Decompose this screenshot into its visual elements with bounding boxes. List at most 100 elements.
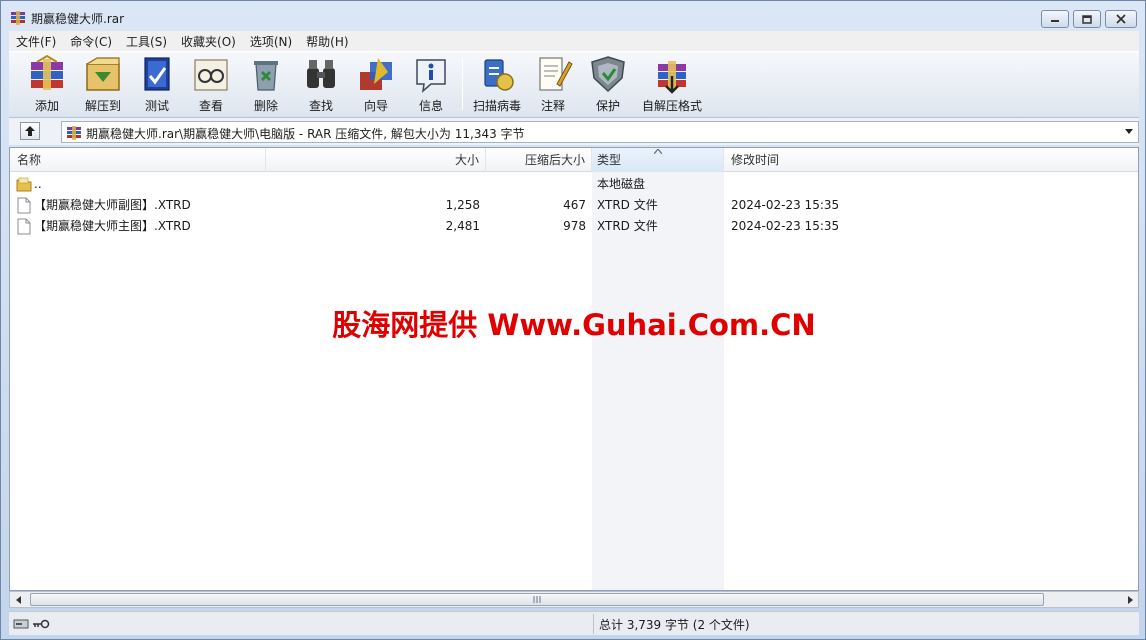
status-summary: 总计 3,739 字节 (2 个文件): [599, 618, 750, 632]
virus-scan-button[interactable]: 扫描病毒: [471, 54, 523, 114]
wizard-label: 向导: [363, 99, 388, 113]
arrow-right-icon: [1127, 595, 1133, 604]
close-button[interactable]: [1105, 10, 1137, 28]
drive-icon[interactable]: [13, 618, 29, 630]
find-icon: [307, 60, 335, 88]
file-list[interactable]: 名称 大小 压缩后大小 类型 修改时间 .. 本地磁盘 【期赢稳健大师副图】.X…: [9, 147, 1139, 591]
view-label: 查看: [198, 99, 223, 113]
test-button[interactable]: 测试: [135, 54, 179, 114]
view-icon: [194, 59, 228, 91]
wizard-button[interactable]: 向导: [354, 54, 398, 114]
rar-archive-icon: [67, 126, 81, 140]
file-type: XTRD 文件: [597, 219, 658, 233]
toolbar-separator: [462, 58, 463, 110]
find-label: 查找: [308, 99, 333, 113]
status-divider: [593, 614, 594, 634]
status-bar: 总计 3,739 字节 (2 个文件): [9, 611, 1139, 635]
file-type: 本地磁盘: [597, 177, 646, 191]
comment-label: 注释: [540, 99, 565, 113]
column-header-type-label: 类型: [597, 153, 622, 167]
menu-options[interactable]: 选项(N): [243, 33, 299, 50]
file-size: [266, 174, 480, 195]
column-header-type[interactable]: 类型: [592, 148, 724, 172]
sfx-button[interactable]: 自解压格式: [639, 54, 705, 114]
column-header-name[interactable]: 名称: [10, 148, 266, 172]
menu-commands[interactable]: 命令(C): [63, 33, 119, 50]
file-packed-size: [486, 174, 586, 195]
comment-button[interactable]: 注释: [531, 54, 575, 114]
wizard-icon: [360, 58, 392, 90]
address-field[interactable]: 期赢稳健大师.rar\期赢稳健大师\电脑版 - RAR 压缩文件, 解包大小为 …: [61, 121, 1139, 143]
extract-to-button[interactable]: 解压到: [81, 54, 125, 114]
protect-label: 保护: [595, 99, 620, 113]
test-icon: [144, 57, 170, 91]
file-packed-size: 978: [563, 219, 586, 233]
file-icon: [17, 218, 31, 235]
toolbar: 添加 解压到 测试 查看 删除 查找 向导 信息 扫描病毒 注释 保护 自解压格…: [9, 51, 1139, 115]
restore-button[interactable]: [1073, 10, 1101, 28]
column-header-modified[interactable]: 修改时间: [724, 148, 1138, 172]
list-item[interactable]: .. 本地磁盘: [10, 174, 1138, 195]
address-path: 期赢稳健大师.rar\期赢稳健大师\电脑版 - RAR 压缩文件, 解包大小为 …: [86, 127, 525, 141]
up-arrow-icon: [25, 126, 35, 136]
arrow-left-icon: [15, 595, 21, 604]
menu-bar: 文件(F) 命令(C) 工具(S) 收藏夹(O) 选项(N) 帮助(H): [9, 31, 1139, 51]
add-label: 添加: [34, 99, 59, 113]
grip-icon: [533, 596, 541, 603]
minimize-button[interactable]: [1041, 10, 1069, 28]
file-modified: 2024-02-23 15:35: [731, 198, 840, 212]
test-label: 测试: [144, 99, 169, 113]
add-archive-icon: [31, 54, 63, 90]
address-row: 期赢稳健大师.rar\期赢稳健大师\电脑版 - RAR 压缩文件, 解包大小为 …: [9, 117, 1139, 145]
key-icon[interactable]: [32, 618, 50, 630]
view-button[interactable]: 查看: [189, 54, 233, 114]
column-header-packed[interactable]: 压缩后大小: [486, 148, 592, 172]
info-button[interactable]: 信息: [409, 54, 453, 114]
list-item[interactable]: 【期赢稳健大师副图】.XTRD 1,258 467 XTRD 文件 2024-0…: [10, 195, 1138, 216]
file-name: 【期赢稳健大师主图】.XTRD: [34, 219, 191, 233]
find-button[interactable]: 查找: [299, 54, 343, 114]
add-button[interactable]: 添加: [23, 54, 71, 114]
menu-tools[interactable]: 工具(S): [119, 33, 174, 50]
horizontal-scrollbar[interactable]: [9, 591, 1139, 608]
list-item[interactable]: 【期赢稳健大师主图】.XTRD 2,481 978 XTRD 文件 2024-0…: [10, 216, 1138, 237]
file-name: 【期赢稳健大师副图】.XTRD: [34, 198, 191, 212]
list-header: 名称 大小 压缩后大小 类型 修改时间: [10, 148, 1138, 172]
protect-button[interactable]: 保护: [586, 54, 630, 114]
window-title: 期赢稳健大师.rar: [31, 12, 125, 26]
file-modified: 2024-02-23 15:35: [731, 219, 840, 233]
protect-icon: [591, 56, 625, 93]
status-icons: [13, 616, 51, 632]
folder-icon: [16, 177, 32, 192]
menu-favorites[interactable]: 收藏夹(O): [174, 33, 243, 50]
dropdown-arrow-icon[interactable]: [1125, 129, 1133, 135]
minimize-icon: [1051, 20, 1059, 22]
scroll-left-button[interactable]: [10, 592, 27, 607]
virus-scan-icon: [484, 59, 514, 91]
file-size: 2,481: [445, 219, 480, 233]
column-header-size[interactable]: 大小: [266, 148, 486, 172]
file-size: 1,258: [445, 198, 480, 212]
info-label: 信息: [418, 99, 443, 113]
scrollbar-thumb[interactable]: [30, 593, 1044, 606]
delete-label: 删除: [253, 99, 278, 113]
watermark-text: 股海网提供 Www.Guhai.Com.CN: [332, 308, 816, 342]
close-icon: [1116, 14, 1126, 24]
scroll-right-button[interactable]: [1121, 592, 1138, 607]
delete-icon: [254, 61, 278, 91]
delete-button[interactable]: 删除: [244, 54, 288, 114]
winrar-window: 期赢稳健大师.rar 文件(F) 命令(C) 工具(S) 收藏夹(O) 选项(N…: [0, 0, 1146, 640]
file-name: ..: [34, 177, 42, 191]
info-icon: [416, 59, 446, 93]
extract-to-icon: [86, 57, 120, 91]
menu-help[interactable]: 帮助(H): [299, 33, 355, 50]
sfx-icon: [658, 61, 686, 94]
menu-file[interactable]: 文件(F): [9, 33, 63, 50]
comment-icon: [539, 57, 573, 91]
extract-to-label: 解压到: [84, 99, 121, 113]
file-type: XTRD 文件: [597, 198, 658, 212]
up-folder-button[interactable]: [20, 122, 40, 140]
title-bar[interactable]: 期赢稳健大师.rar: [1, 1, 1145, 31]
file-packed-size: 467: [563, 198, 586, 212]
file-icon: [17, 197, 31, 214]
